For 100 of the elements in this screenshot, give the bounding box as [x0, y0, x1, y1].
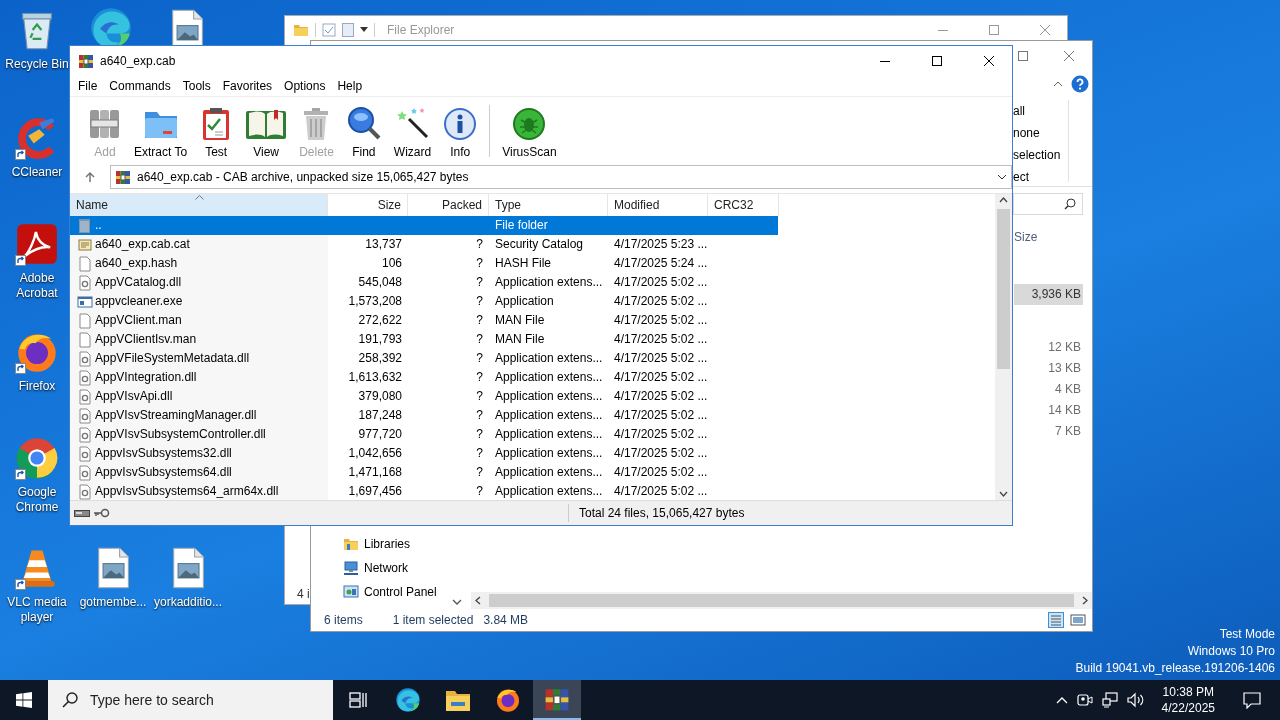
file-row[interactable]: a640_exp.cab.cat 13,737 ? Security Catalog 4/17/2025 5:23 ... [70, 235, 778, 254]
search-field[interactable]: Type here to search [48, 680, 333, 720]
up-arrow-icon[interactable] [84, 171, 96, 183]
clock-time[interactable]: 10:38 PM [1162, 684, 1214, 700]
info-icon [443, 107, 478, 141]
file-row[interactable]: AppVClientIsv.man 191,793 ? MAN File 4/17/2025 5:02 ... [70, 330, 778, 349]
desktop-icon-label[interactable]: Google Chrome [1, 485, 73, 515]
close-icon[interactable] [984, 56, 994, 66]
details-view-icon[interactable] [1048, 612, 1064, 628]
firefox-icon[interactable] [495, 687, 521, 713]
ribbon-command[interactable]: all [1013, 100, 1068, 122]
desktop-icon-label[interactable]: Firefox [18, 379, 56, 394]
nav-item[interactable]: Network [364, 561, 408, 575]
scrollbar-thumb[interactable] [997, 209, 1010, 369]
document-icon [77, 331, 93, 348]
desktop-icon-label[interactable]: CCleaner [11, 165, 63, 180]
file-row[interactable]: AppVIsvStreamingManager.dll 187,248 ? Application extens... 4/17/2025 5:02 ... [70, 406, 778, 425]
archive-books-icon [78, 53, 94, 69]
table-cell-text: ? [476, 445, 483, 462]
vertical-scrollbar[interactable] [995, 194, 1012, 500]
desktop-icon-label[interactable]: yorkadditio... [153, 595, 222, 610]
size-cell[interactable]: 7 KB [1014, 421, 1083, 442]
search-icon [1064, 197, 1076, 210]
file-row[interactable]: .. File folder [70, 216, 778, 235]
file-row[interactable]: AppVIsvSubsystemController.dll 977,720 ? Application extens... 4/17/2025 5:02 ... [70, 425, 778, 444]
file-row[interactable]: AppvIsvSubsystems32.dll 1,042,656 ? Application extens... 4/17/2025 5:02 ... [70, 444, 778, 463]
file-row[interactable]: AppVFileSystemMetadata.dll 258,392 ? Application extens... 4/17/2025 5:02 ... [70, 349, 778, 368]
windows-logo-icon[interactable] [16, 692, 32, 708]
table-cell-text: 977,720 [358, 426, 402, 443]
network-icon[interactable] [1101, 692, 1118, 708]
nav-item[interactable]: Libraries [364, 537, 411, 551]
chevron-down-icon[interactable] [452, 599, 462, 605]
search-field[interactable] [1013, 192, 1083, 215]
table-cell-text: 4/17/2025 5:02 ... [614, 274, 708, 291]
table-cell-text: ? [476, 388, 483, 405]
desktop-icon-label[interactable]: gotmembe... [79, 595, 147, 610]
toolbar-button[interactable]: Test [193, 107, 240, 159]
toolbar-button[interactable]: Extract To [128, 107, 194, 159]
file-row[interactable]: AppvIsvSubsystems64_arm64x.dll 1,697,456 ? Application extens... 4/17/2025 5:02 ... [70, 482, 778, 501]
horizontal-scrollbar[interactable] [471, 592, 1092, 609]
ribbon-command[interactable]: none [1013, 122, 1068, 144]
file-row[interactable]: a640_exp.hash 106 ? HASH File 4/17/2025 5:24 ... [70, 254, 778, 273]
size-cell[interactable]: 12 KB [1014, 337, 1083, 358]
settings-file-icon [77, 407, 93, 424]
chevron-down-icon[interactable] [997, 174, 1007, 180]
toolbar-button[interactable]: View [239, 107, 294, 159]
menu-item[interactable]: Help [331, 79, 369, 93]
file-row[interactable]: AppvIsvSubsystems64.dll 1,471,168 ? Application extens... 4/17/2025 5:02 ... [70, 463, 778, 482]
menu-item[interactable]: Options [278, 79, 332, 93]
desktop-icon-label[interactable]: VLC media player [1, 595, 73, 625]
desktop-icon-label[interactable]: Adobe Acrobat [1, 271, 73, 301]
column-header[interactable]: Name [70, 194, 328, 216]
desktop-icon-label[interactable]: Recycle Bin [5, 57, 69, 72]
path-field[interactable]: a640_exp.cab - CAB archive, unpacked size 15,065,427 bytes [110, 165, 1012, 189]
speaker-icon[interactable] [1126, 692, 1145, 708]
toolbar-button[interactable]: VirusScan [496, 107, 563, 159]
menu-item[interactable]: Favorites [216, 79, 279, 93]
size-cell[interactable]: 14 KB [1014, 400, 1083, 421]
file-row[interactable]: AppVClient.man 272,622 ? MAN File 4/17/2025 5:02 ... [70, 311, 778, 330]
chevron-up-icon[interactable] [999, 197, 1008, 203]
ribbon-command[interactable]: selection [1013, 144, 1068, 166]
table-cell-text: Application extens... [495, 388, 603, 405]
toolbar-button[interactable]: Find [339, 105, 388, 159]
search-icon [62, 692, 78, 708]
table-cell-text: 4/17/2025 5:02 ... [614, 350, 708, 367]
task-view-icon[interactable] [349, 692, 367, 708]
toolbar-button[interactable]: Wizard [387, 105, 438, 159]
table-cell-text: ? [476, 464, 483, 481]
menu-item[interactable]: File [72, 79, 104, 93]
size-cell[interactable]: 4 KB [1014, 379, 1083, 400]
dropdown-icon[interactable] [360, 26, 368, 33]
toolbar-button[interactable]: Info [437, 107, 484, 159]
nav-item[interactable]: Control Panel [364, 585, 437, 599]
column-header[interactable]: Size [1014, 230, 1038, 244]
clock-date[interactable]: 4/22/2025 [1161, 700, 1215, 716]
notification-icon[interactable] [1243, 691, 1261, 709]
menu-item[interactable]: Commands [103, 79, 177, 93]
taskbar-button[interactable] [533, 680, 581, 720]
thumbnail-view-icon[interactable] [1070, 612, 1086, 628]
folder-icon[interactable] [445, 688, 471, 712]
size-cell[interactable]: 3,936 KB [1014, 284, 1083, 305]
help-icon[interactable] [1071, 74, 1089, 93]
file-row[interactable]: AppVIsvApi.dll 379,080 ? Application extens... 4/17/2025 5:02 ... [70, 387, 778, 406]
ribbon-command[interactable]: ect [1013, 166, 1068, 188]
size-cell[interactable]: 13 KB [1014, 358, 1083, 379]
scrollbar-thumb[interactable] [489, 594, 1074, 607]
table-cell-text: 4/17/2025 5:02 ... [614, 312, 708, 329]
status-text: Total 24 files, 15,065,427 bytes [579, 506, 745, 520]
chevron-left-icon[interactable] [475, 596, 481, 605]
maximize-icon[interactable] [932, 56, 942, 66]
chevron-right-icon[interactable] [1082, 596, 1088, 605]
pdf-icon [15, 222, 59, 266]
file-row[interactable]: AppVCatalog.dll 545,048 ? Application extens... 4/17/2025 5:02 ... [70, 273, 778, 292]
menu-item[interactable]: Tools [176, 79, 217, 93]
chevron-down-icon[interactable] [999, 491, 1008, 497]
edge-icon[interactable] [395, 687, 421, 713]
file-row[interactable]: AppVIntegration.dll 1,613,632 ? Application extens... 4/17/2025 5:02 ... [70, 368, 778, 387]
file-row[interactable]: appvcleaner.exe 1,573,208 ? Application 4/17/2025 5:02 ... [70, 292, 778, 311]
checkbox-icon[interactable] [322, 22, 336, 37]
file-name: AppVIsvApi.dll [95, 388, 173, 405]
